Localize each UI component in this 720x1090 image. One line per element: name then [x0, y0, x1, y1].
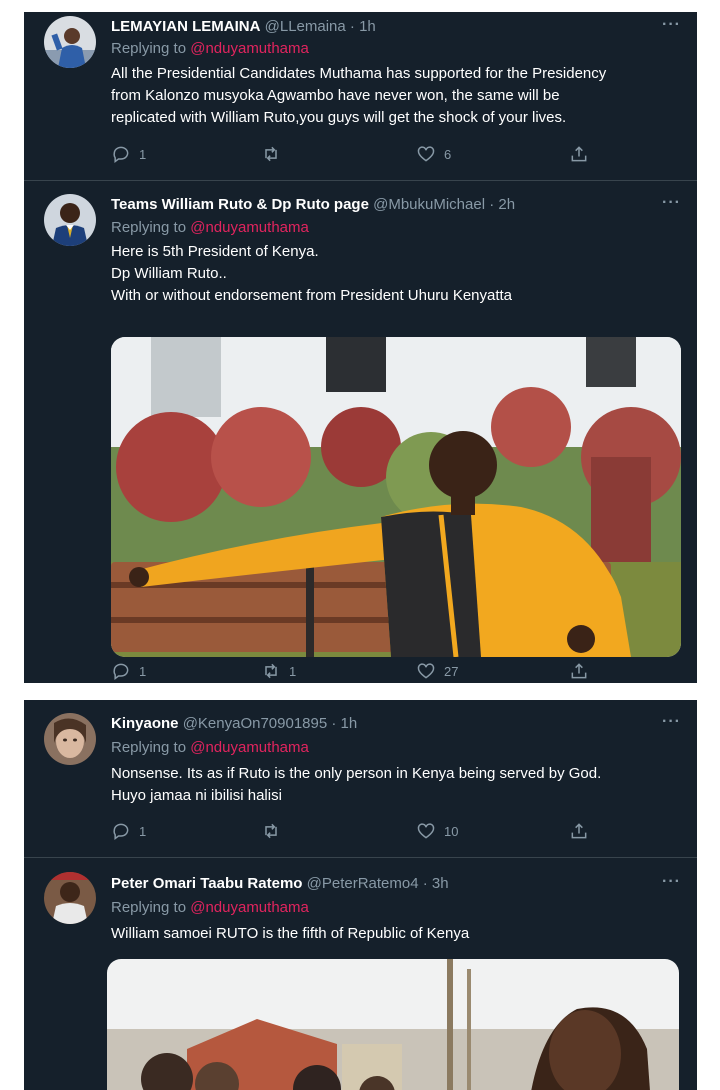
replying-to-label: Replying to — [111, 739, 187, 756]
tweet-header: Peter Omari Taabu Ratemo @PeterRatemo4 ·… — [111, 874, 637, 894]
tweet-text-line: All the Presidential Candidates Muthama … — [111, 65, 607, 82]
retweet-icon — [265, 146, 277, 162]
avatar[interactable] — [44, 872, 96, 924]
tweet-text-line: With or without endorsement from Preside… — [111, 287, 513, 304]
replying-to-label: Replying to — [111, 899, 187, 916]
separator-dot: · — [422, 875, 428, 892]
tweet-actions: 1 10 — [111, 821, 591, 843]
separator-dot: · — [349, 18, 355, 35]
replying-to-label: Replying to — [111, 219, 187, 236]
tweet-header: Kinyaone @KenyaOn70901895 · 1h — [111, 714, 637, 734]
reply-count: 1 — [139, 663, 147, 679]
like-icon — [417, 823, 435, 839]
reply-icon — [113, 823, 129, 840]
like-count: 27 — [444, 663, 459, 679]
retweet-button[interactable] — [261, 821, 289, 841]
retweet-icon — [265, 663, 277, 679]
share-button[interactable] — [569, 821, 589, 841]
like-count: 10 — [444, 823, 459, 839]
reply-button[interactable]: 1 — [111, 661, 146, 681]
retweet-count: 1 — [289, 663, 297, 679]
mention-link[interactable]: @nduyamuthama — [190, 899, 309, 916]
timeline-panel-bottom: Kinyaone @KenyaOn70901895 · 1h ··· Reply… — [24, 700, 697, 1090]
tweet-text: All the Presidential Candidates Muthama … — [111, 63, 673, 129]
display-name[interactable]: Peter Omari Taabu Ratemo — [111, 875, 302, 892]
tweet-actions: 1 1 27 — [111, 661, 591, 683]
replying-to: Replying to @nduyamuthama — [111, 39, 309, 59]
tweet-actions: 1 6 — [111, 144, 591, 166]
tweet-text: Nonsense. Its as if Ruto is the only per… — [111, 763, 673, 807]
tweet[interactable]: LEMAYIAN LEMAINA @LLemaina · 1h ··· Repl… — [24, 12, 697, 180]
retweet-button[interactable]: 1 — [261, 661, 296, 681]
more-icon[interactable]: ··· — [662, 194, 681, 212]
tweet-header: LEMAYIAN LEMAINA @LLemaina · 1h — [111, 17, 637, 37]
tweet-text-line: Nonsense. Its as if Ruto is the only per… — [111, 765, 602, 782]
more-icon[interactable]: ··· — [662, 713, 681, 731]
like-icon — [417, 146, 435, 162]
replying-to-label: Replying to — [111, 40, 187, 57]
replying-to: Replying to @nduyamuthama — [111, 898, 309, 918]
user-handle[interactable]: @PeterRatemo4 — [307, 875, 419, 892]
reply-button[interactable]: 1 — [111, 821, 146, 841]
avatar[interactable] — [44, 194, 96, 246]
retweet-button[interactable] — [261, 144, 289, 164]
reply-count: 1 — [139, 146, 147, 162]
timestamp[interactable]: 2h — [498, 196, 515, 213]
user-handle[interactable]: @LLemaina — [265, 18, 346, 35]
more-icon[interactable]: ··· — [662, 873, 681, 891]
avatar[interactable] — [44, 16, 96, 68]
reply-icon — [113, 663, 129, 680]
tweet-text-line: from Kalonzo musyoka Agwambo have never … — [111, 87, 560, 104]
share-button[interactable] — [569, 144, 589, 164]
like-count: 6 — [444, 146, 452, 162]
like-button[interactable]: 27 — [416, 661, 458, 681]
tweet-header: Teams William Ruto & Dp Ruto page @Mbuku… — [111, 195, 637, 215]
like-button[interactable]: 10 — [416, 821, 458, 841]
mention-link[interactable]: @nduyamuthama — [190, 739, 309, 756]
share-button[interactable] — [569, 661, 589, 681]
user-handle[interactable]: @MbukuMichael — [373, 196, 485, 213]
timeline-panel-top: LEMAYIAN LEMAINA @LLemaina · 1h ··· Repl… — [24, 12, 697, 683]
tweet-text-line: Dp William Ruto.. — [111, 265, 227, 282]
tweet[interactable]: Peter Omari Taabu Ratemo @PeterRatemo4 ·… — [24, 858, 697, 1090]
separator-dot: · — [331, 715, 337, 732]
user-handle[interactable]: @KenyaOn70901895 — [183, 715, 328, 732]
reply-button[interactable]: 1 — [111, 144, 146, 164]
tweet[interactable]: Kinyaone @KenyaOn70901895 · 1h ··· Reply… — [24, 700, 697, 857]
mention-link[interactable]: @nduyamuthama — [190, 219, 309, 236]
tweet-text: William samoei RUTO is the fifth of Repu… — [111, 923, 673, 945]
tweet-photo[interactable] — [111, 337, 681, 657]
avatar[interactable] — [44, 713, 96, 765]
replying-to: Replying to @nduyamuthama — [111, 738, 309, 758]
tweet-text-line: Huyo jamaa ni ibilisi halisi — [111, 787, 282, 804]
timestamp[interactable]: 1h — [341, 715, 358, 732]
share-icon — [571, 663, 587, 679]
tweet-text: Here is 5th President of Kenya. Dp Willi… — [111, 241, 673, 307]
reply-count: 1 — [139, 823, 147, 839]
tweet[interactable]: Teams William Ruto & Dp Ruto page @Mbuku… — [24, 181, 697, 683]
share-icon — [571, 823, 587, 839]
display-name[interactable]: LEMAYIAN LEMAINA — [111, 18, 260, 35]
separator-dot: · — [489, 196, 495, 213]
retweet-icon — [265, 823, 277, 839]
display-name[interactable]: Teams William Ruto & Dp Ruto page — [111, 196, 369, 213]
tweet-text-line: William samoei RUTO is the fifth of Repu… — [111, 925, 470, 942]
more-icon[interactable]: ··· — [662, 16, 681, 34]
timestamp[interactable]: 3h — [432, 875, 449, 892]
tweet-text-line: replicated with William Ruto,you guys wi… — [111, 109, 567, 126]
share-icon — [571, 146, 587, 162]
like-icon — [417, 663, 435, 679]
replying-to: Replying to @nduyamuthama — [111, 218, 309, 238]
tweet-photo[interactable] — [107, 959, 679, 1090]
timestamp[interactable]: 1h — [359, 18, 376, 35]
like-button[interactable]: 6 — [416, 144, 451, 164]
reply-icon — [113, 146, 129, 163]
tweet-text-line: Here is 5th President of Kenya. — [111, 243, 319, 260]
display-name[interactable]: Kinyaone — [111, 715, 179, 732]
mention-link[interactable]: @nduyamuthama — [190, 40, 309, 57]
